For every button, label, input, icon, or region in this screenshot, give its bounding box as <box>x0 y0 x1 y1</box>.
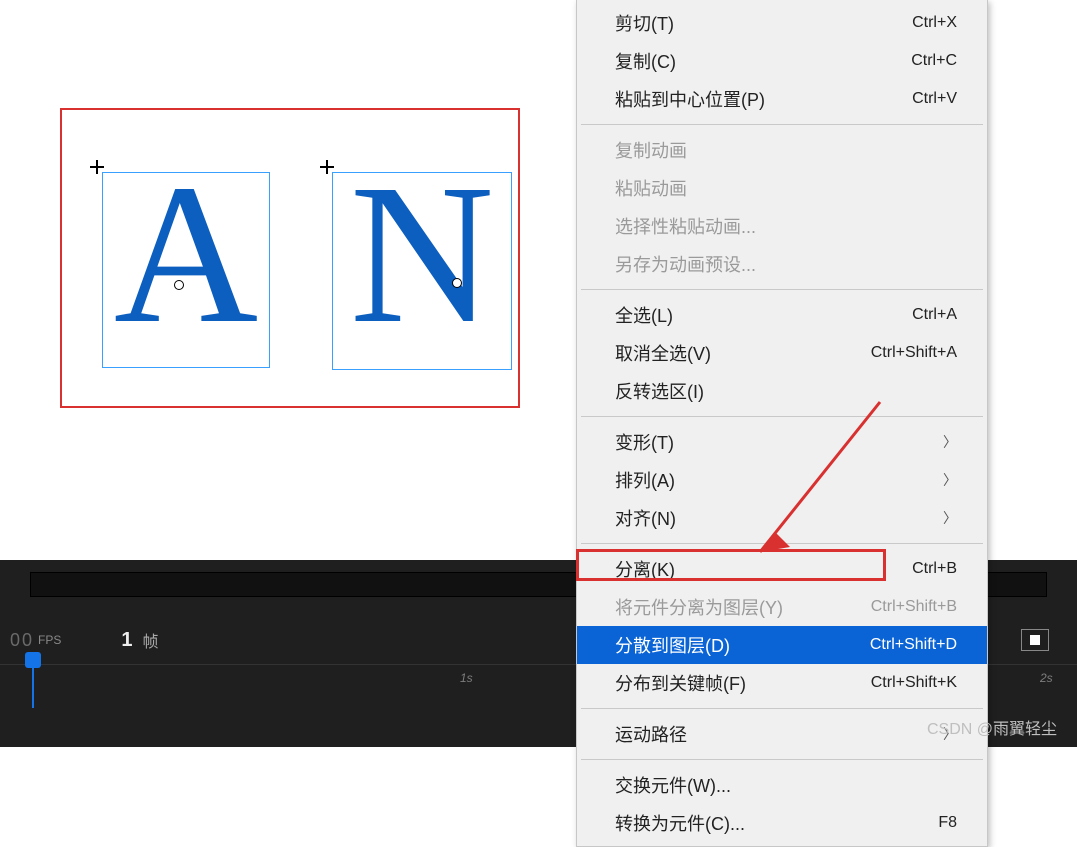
menu-arrange[interactable]: 排列(A) 〉 <box>577 461 987 499</box>
menu-distribute-to-keyframes-label: 分布到关键帧(F) <box>615 670 746 696</box>
stage-canvas[interactable]: A N <box>60 108 520 408</box>
menu-separator <box>581 124 983 125</box>
ruler-tick-2s: 2s <box>1040 671 1053 685</box>
menu-separator <box>581 708 983 709</box>
menu-break-apart[interactable]: 分离(K) Ctrl+B <box>577 550 987 588</box>
menu-select-all-label: 全选(L) <box>615 302 673 328</box>
menu-copy-label: 复制(C) <box>615 48 676 74</box>
fps-value: 00 <box>10 630 34 651</box>
playhead[interactable] <box>32 658 34 708</box>
menu-convert-to-symbol-label: 转换为元件(C)... <box>615 810 745 836</box>
menu-separator <box>581 289 983 290</box>
menu-paste-motion: 粘贴动画 <box>577 169 987 207</box>
symbol-letter-n[interactable]: N <box>332 172 512 370</box>
origin-marker-a <box>174 280 184 290</box>
menu-distribute-to-keyframes-shortcut: Ctrl+Shift+K <box>871 674 957 692</box>
chevron-right-icon: 〉 <box>943 470 957 490</box>
watermark: CSDN @雨翼轻尘 <box>927 715 1057 739</box>
menu-swap-symbol[interactable]: 交换元件(W)... <box>577 766 987 804</box>
menu-cut-label: 剪切(T) <box>615 10 674 36</box>
frame-label: 帧 <box>143 628 159 652</box>
menu-break-to-layers: 将元件分离为图层(Y) Ctrl+Shift+B <box>577 588 987 626</box>
menu-deselect-label: 取消全选(V) <box>615 340 711 366</box>
menu-copy-shortcut: Ctrl+C <box>911 52 957 70</box>
menu-copy[interactable]: 复制(C) Ctrl+C <box>577 42 987 80</box>
menu-paste-motion-special: 选择性粘贴动画... <box>577 207 987 245</box>
menu-paste-center-shortcut: Ctrl+V <box>912 90 957 108</box>
menu-motion-path-label: 运动路径 <box>615 721 687 747</box>
menu-cut[interactable]: 剪切(T) Ctrl+X <box>577 4 987 42</box>
menu-distribute-to-layers[interactable]: 分散到图层(D) Ctrl+Shift+D <box>577 626 987 664</box>
glyph-a: A <box>103 155 269 355</box>
chevron-right-icon: 〉 <box>943 432 957 452</box>
menu-paste-center-label: 粘贴到中心位置(P) <box>615 86 765 112</box>
menu-cut-shortcut: Ctrl+X <box>912 14 957 32</box>
menu-invert-selection[interactable]: 反转选区(I) <box>577 372 987 410</box>
menu-paste-motion-special-label: 选择性粘贴动画... <box>615 213 756 239</box>
menu-arrange-label: 排列(A) <box>615 467 675 493</box>
menu-convert-to-symbol-shortcut: F8 <box>938 814 957 832</box>
menu-copy-motion: 复制动画 <box>577 131 987 169</box>
menu-deselect-shortcut: Ctrl+Shift+A <box>871 344 957 362</box>
menu-distribute-to-keyframes[interactable]: 分布到关键帧(F) Ctrl+Shift+K <box>577 664 987 702</box>
origin-marker-n <box>452 278 462 288</box>
menu-paste-motion-label: 粘贴动画 <box>615 175 687 201</box>
menu-distribute-to-layers-label: 分散到图层(D) <box>615 632 730 658</box>
fps-label: FPS <box>38 633 61 647</box>
menu-copy-motion-label: 复制动画 <box>615 137 687 163</box>
menu-break-apart-label: 分离(K) <box>615 556 675 582</box>
timeline-button-stop[interactable] <box>1021 629 1049 651</box>
menu-break-to-layers-shortcut: Ctrl+Shift+B <box>871 598 957 616</box>
menu-distribute-to-layers-shortcut: Ctrl+Shift+D <box>870 636 957 654</box>
menu-align[interactable]: 对齐(N) 〉 <box>577 499 987 537</box>
menu-motion-path[interactable]: 运动路径 〉 <box>577 715 987 753</box>
menu-break-apart-shortcut: Ctrl+B <box>912 560 957 578</box>
menu-align-label: 对齐(N) <box>615 505 676 531</box>
menu-invert-selection-label: 反转选区(I) <box>615 378 704 404</box>
menu-deselect[interactable]: 取消全选(V) Ctrl+Shift+A <box>577 334 987 372</box>
menu-swap-symbol-label: 交换元件(W)... <box>615 772 731 798</box>
menu-save-preset-label: 另存为动画预设... <box>615 251 756 277</box>
menu-break-to-layers-label: 将元件分离为图层(Y) <box>615 594 783 620</box>
menu-convert-to-symbol[interactable]: 转换为元件(C)... F8 <box>577 804 987 842</box>
glyph-n: N <box>333 155 511 355</box>
menu-separator <box>581 543 983 544</box>
menu-select-all[interactable]: 全选(L) Ctrl+A <box>577 296 987 334</box>
menu-separator <box>581 759 983 760</box>
menu-select-all-shortcut: Ctrl+A <box>912 306 957 324</box>
chevron-right-icon: 〉 <box>943 508 957 528</box>
menu-separator <box>581 416 983 417</box>
ruler-tick-1s: 1s <box>460 671 473 685</box>
menu-transform[interactable]: 变形(T) 〉 <box>577 423 987 461</box>
symbol-letter-a[interactable]: A <box>102 172 270 368</box>
menu-save-preset: 另存为动画预设... <box>577 245 987 283</box>
menu-transform-label: 变形(T) <box>615 429 674 455</box>
menu-paste-center[interactable]: 粘贴到中心位置(P) Ctrl+V <box>577 80 987 118</box>
frame-number: 1 <box>121 629 132 652</box>
